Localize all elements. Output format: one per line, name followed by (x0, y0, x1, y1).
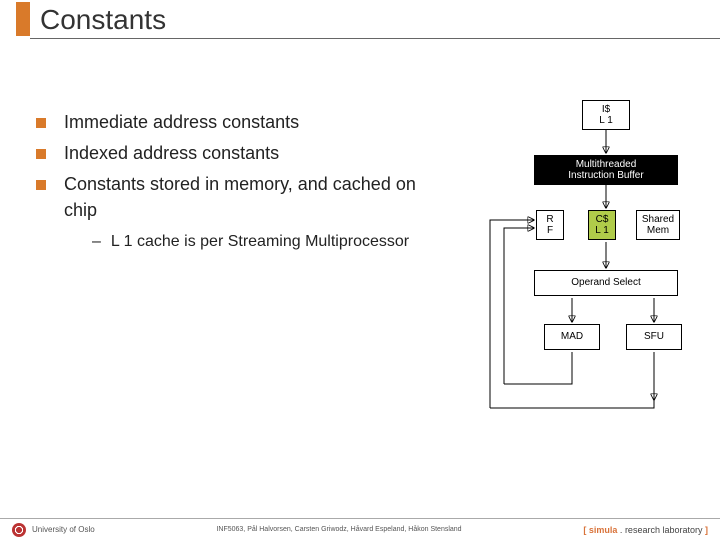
university-crest-icon (12, 523, 26, 537)
rf-box: R F (536, 210, 564, 240)
brand-rest: research laboratory (625, 525, 703, 535)
bullet-icon (36, 180, 46, 190)
mad-box: MAD (544, 324, 600, 350)
brand-name: simula (589, 525, 618, 535)
title-accent (16, 2, 30, 36)
brand-dot: . (620, 525, 623, 535)
bullet-icon (36, 149, 46, 159)
sub-list-item: – L 1 cache is per Streaming Multiproces… (92, 233, 416, 251)
instruction-buffer-box: Multithreaded Instruction Buffer (534, 155, 678, 185)
bullet-list: Immediate address constants Indexed addr… (36, 110, 416, 251)
bullet-icon (36, 118, 46, 128)
bullet-text: Indexed address constants (64, 141, 279, 166)
list-item: Immediate address constants (36, 110, 416, 135)
footer-credits: INF5063, Pål Halvorsen, Carsten Griwodz,… (95, 526, 584, 533)
title-underline (30, 38, 720, 39)
brand-bracket-open: [ (583, 525, 586, 535)
brand-bracket-close: ] (705, 525, 708, 535)
list-item: Indexed address constants (36, 141, 416, 166)
shared-mem-box: Shared Mem (636, 210, 680, 240)
sfu-box: SFU (626, 324, 682, 350)
footer: University of Oslo INF5063, Pål Halvorse… (0, 518, 720, 540)
sub-bullet-text: L 1 cache is per Streaming Multiprocesso… (111, 233, 409, 251)
list-item: Constants stored in memory, and cached o… (36, 172, 416, 222)
bullet-text: Constants stored in memory, and cached o… (64, 172, 416, 222)
university-name: University of Oslo (32, 525, 95, 534)
slide-title: Constants (40, 4, 166, 36)
icache-box: I$ L 1 (582, 100, 630, 130)
dash-icon: – (92, 233, 101, 251)
bullet-text: Immediate address constants (64, 110, 299, 135)
footer-left: University of Oslo (12, 523, 95, 537)
architecture-diagram: I$ L 1 Multithreaded Instruction Buffer … (476, 100, 706, 420)
constant-cache-box: C$ L 1 (588, 210, 616, 240)
footer-brand: [ simula . research laboratory ] (583, 525, 708, 535)
operand-select-box: Operand Select (534, 270, 678, 296)
